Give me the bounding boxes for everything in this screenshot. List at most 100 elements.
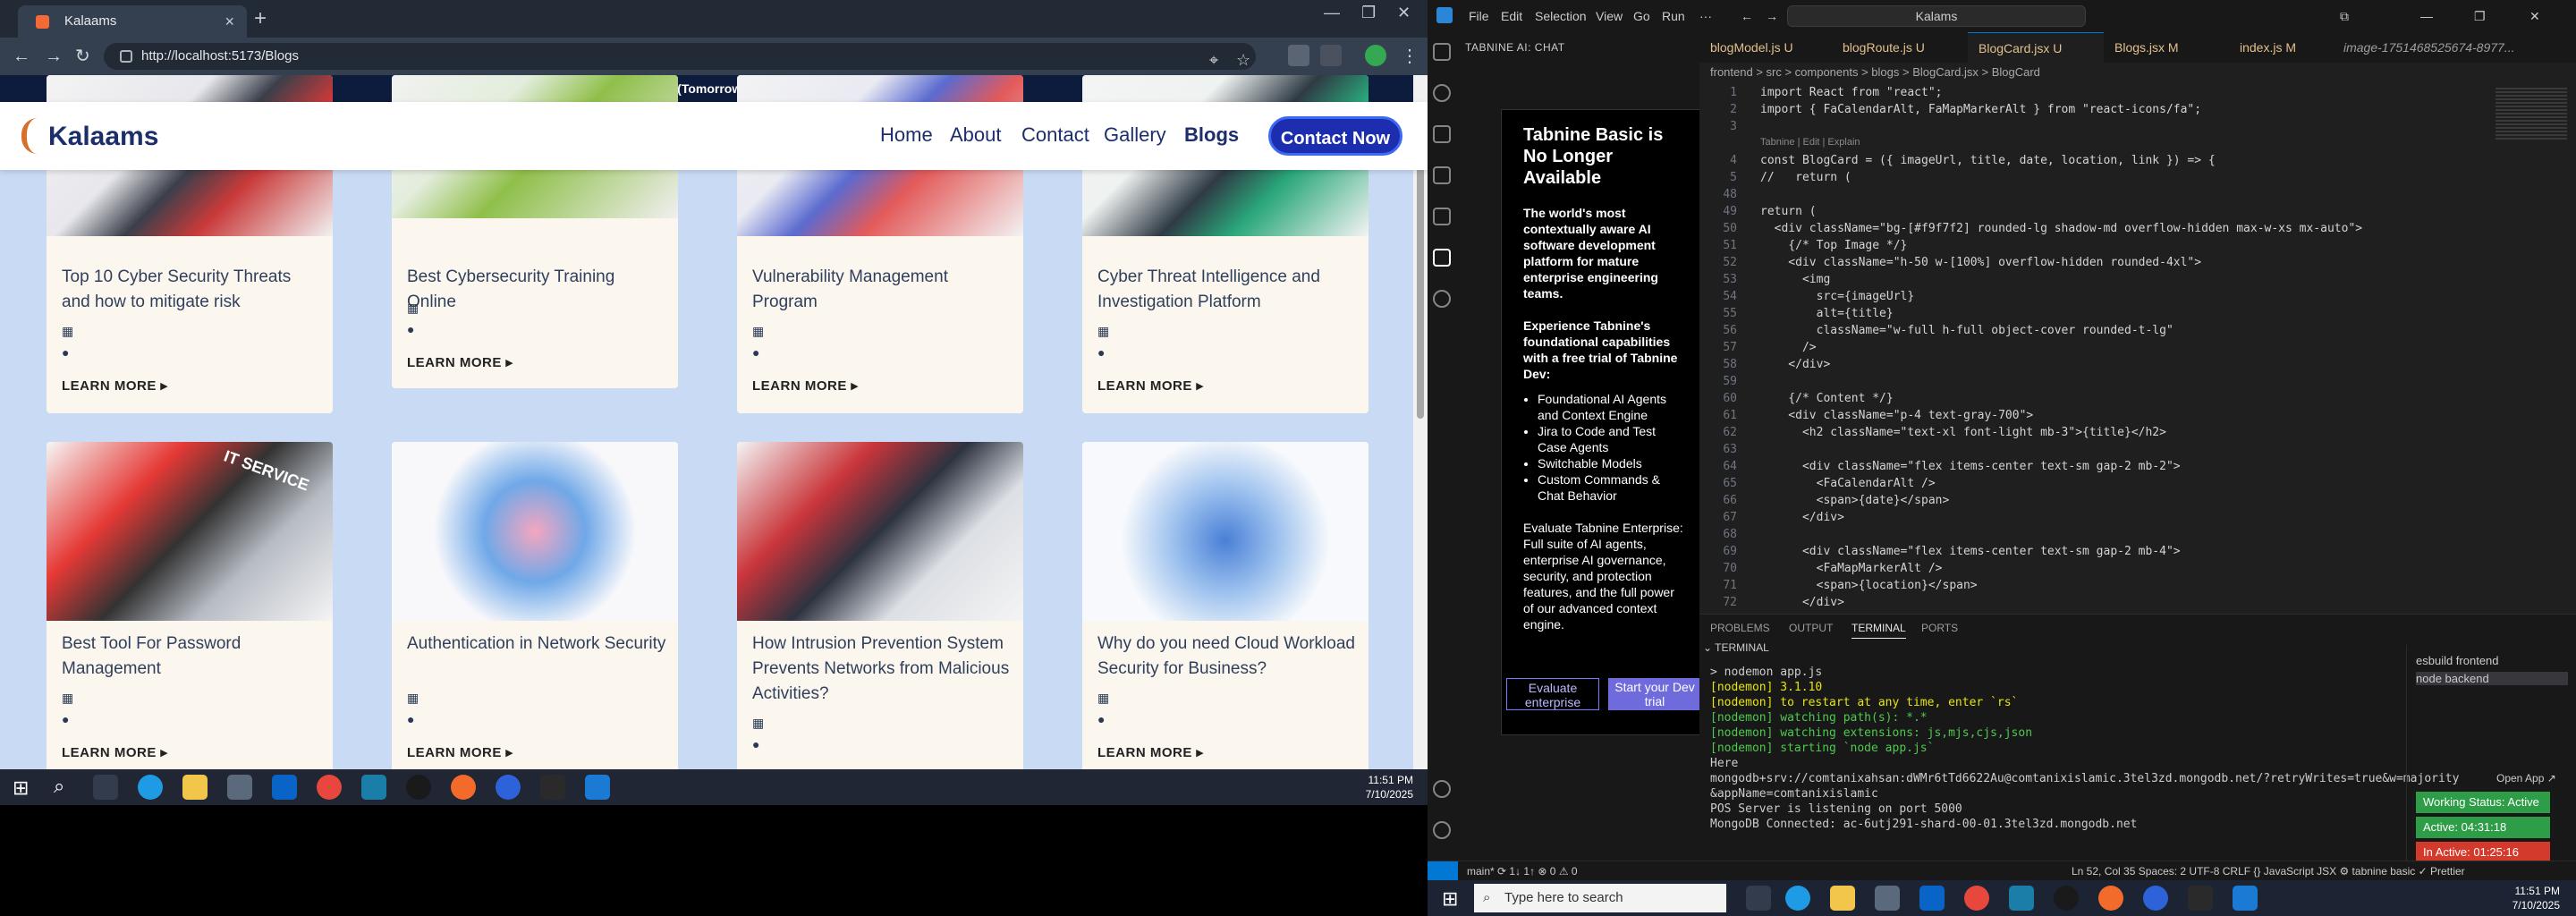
source-control-icon[interactable] xyxy=(1433,125,1451,143)
code-line[interactable]: <div className="flex items-center text-s… xyxy=(1760,545,2181,558)
code-line[interactable]: <FaMapMarkerAlt /> xyxy=(1760,562,1943,575)
chrome-icon[interactable] xyxy=(317,775,342,800)
menu-selection[interactable]: Selection xyxy=(1535,9,1587,23)
learn-more-link[interactable]: LEARN MORE ▸ xyxy=(407,744,513,760)
profile-avatar[interactable] xyxy=(1365,45,1386,66)
file-explorer-icon[interactable] xyxy=(1830,886,1855,911)
close-window-icon[interactable]: ✕ xyxy=(2529,9,2540,24)
tab-blogroute[interactable]: blogRoute.js U xyxy=(1832,32,1968,63)
evaluate-enterprise-button[interactable]: Evaluate enterprise xyxy=(1506,678,1599,710)
tab-blogmodel[interactable]: blogModel.js U xyxy=(1699,32,1832,63)
edge-icon[interactable] xyxy=(1785,886,1810,911)
maximize-icon[interactable]: ❐ xyxy=(2474,9,2486,24)
back-icon[interactable]: ← xyxy=(13,46,30,67)
taskbar-search[interactable]: ⌕ Type here to search xyxy=(1474,884,1726,912)
app-icon[interactable] xyxy=(2054,886,2079,911)
file-explorer-icon[interactable] xyxy=(182,775,208,800)
code-line[interactable]: </div> xyxy=(1760,358,1830,371)
app-icon[interactable] xyxy=(406,775,431,800)
extensions-puzzle-icon[interactable] xyxy=(1320,45,1342,66)
extensions-icon[interactable] xyxy=(1433,208,1451,225)
postman-icon[interactable] xyxy=(2098,886,2123,911)
vscode-icon[interactable] xyxy=(2233,886,2258,911)
terminal-item-esbuild[interactable]: esbuild frontend xyxy=(2416,654,2499,667)
chrome-menu-icon[interactable]: ⋮ xyxy=(1401,46,1419,67)
close-tab-icon[interactable]: × xyxy=(225,5,234,38)
start-dev-trial-button[interactable]: Start your Dev trial xyxy=(1608,678,1701,710)
breadcrumb[interactable]: frontend > src > components > blogs > Bl… xyxy=(1699,63,2576,82)
tab-blogcard[interactable]: BlogCard.jsx U xyxy=(1968,32,2104,63)
code-line[interactable]: <div className="p-4 text-gray-700"> xyxy=(1760,409,2033,422)
code-line[interactable]: <div className="h-50 w-[100%] overflow-h… xyxy=(1760,256,2201,269)
terminal-icon[interactable] xyxy=(2188,886,2213,911)
nav-contact[interactable]: Contact xyxy=(1021,123,1089,147)
site-logo[interactable]: Kalaams xyxy=(21,116,165,156)
minimize-icon[interactable]: — xyxy=(2420,9,2433,23)
app-icon[interactable] xyxy=(2009,886,2034,911)
code-line[interactable]: /> xyxy=(1760,341,1817,354)
windows-start-icon[interactable]: ⊞ xyxy=(13,776,29,800)
command-center-search[interactable]: Kalams xyxy=(1787,5,2086,27)
menu-more[interactable]: ··· xyxy=(1699,9,1712,23)
tabnine-icon[interactable] xyxy=(1433,249,1451,267)
blog-card[interactable]: How Intrusion Prevention System Prevents… xyxy=(737,442,1023,805)
tab-problems[interactable]: PROBLEMS xyxy=(1710,622,1770,634)
location-icon[interactable]: ⌖ xyxy=(1209,47,1218,73)
menu-run[interactable]: Run xyxy=(1662,9,1685,23)
search-icon[interactable]: ⌕ xyxy=(54,775,64,798)
explorer-icon[interactable] xyxy=(1433,43,1451,61)
extension-icon[interactable] xyxy=(1288,45,1309,66)
tab-blogs[interactable]: Blogs.jsx M xyxy=(2104,32,2229,63)
page-scrollbar[interactable] xyxy=(1413,75,1428,805)
terminal-icon[interactable] xyxy=(540,775,565,800)
site-info-icon[interactable] xyxy=(120,50,132,63)
code-line[interactable]: <div className="bg-[#f9f7f2] rounded-lg … xyxy=(1760,222,2362,235)
code-line[interactable]: import React from "react"; xyxy=(1760,86,1943,99)
terminal-output[interactable]: > nodemon app.js [nodemon] 3.1.10 [nodemon… xyxy=(1699,665,2459,880)
code-line[interactable]: src={imageUrl} xyxy=(1760,290,1915,303)
code-line[interactable]: </div> xyxy=(1760,596,1844,609)
status-left[interactable]: main* ⟳ 1↓ 1↑ ⊗ 0 ⚠ 0 xyxy=(1467,861,1578,880)
tab-index[interactable]: index.js M xyxy=(2229,32,2333,63)
nav-about[interactable]: About xyxy=(950,123,1002,147)
learn-more-link[interactable]: LEARN MORE ▸ xyxy=(752,377,859,394)
nav-home[interactable]: Home xyxy=(880,123,933,147)
browser-tab[interactable]: Kalaams × xyxy=(18,5,247,38)
mongodb-icon[interactable] xyxy=(1433,290,1451,308)
contact-now-button[interactable]: Contact Now xyxy=(1268,116,1402,156)
menu-file[interactable]: File xyxy=(1469,9,1489,23)
forward-icon[interactable]: → xyxy=(45,46,63,67)
learn-more-link[interactable]: LEARN MORE ▸ xyxy=(1097,377,1204,394)
store-icon[interactable] xyxy=(227,775,252,800)
outlook-icon[interactable] xyxy=(272,775,297,800)
outlook-icon[interactable] xyxy=(1919,886,1945,911)
tab-output[interactable]: OUTPUT xyxy=(1789,622,1833,634)
code-line[interactable]: <span>{date}</span> xyxy=(1760,494,1950,507)
code-line[interactable]: alt={title} xyxy=(1760,307,1894,320)
code-line[interactable]: <div className="flex items-center text-s… xyxy=(1760,460,2181,473)
zoom-icon[interactable] xyxy=(2143,886,2168,911)
menu-edit[interactable]: Edit xyxy=(1501,9,1522,23)
tab-ports[interactable]: PORTS xyxy=(1921,622,1958,634)
blog-card[interactable]: Why do you need Cloud Workload Security … xyxy=(1082,442,1368,805)
address-bar[interactable]: http://localhost:5173/Blogs ⌖ ☆ xyxy=(104,43,1256,70)
vscode-icon[interactable] xyxy=(585,775,610,800)
code-line[interactable]: // return ( xyxy=(1760,171,1852,184)
account-icon[interactable] xyxy=(1433,780,1451,798)
blog-card[interactable]: IT SERVICE Best Tool For Password Manage… xyxy=(47,442,333,805)
learn-more-link[interactable]: LEARN MORE ▸ xyxy=(62,744,168,760)
layout-icon[interactable]: ⧉ xyxy=(2340,9,2349,24)
app-icon[interactable] xyxy=(361,775,386,800)
task-view-icon[interactable] xyxy=(93,775,118,800)
code-line[interactable]: </div> xyxy=(1760,511,1844,524)
tab-terminal[interactable]: TERMINAL xyxy=(1852,622,1906,639)
chrome-icon[interactable] xyxy=(1964,886,1989,911)
reload-icon[interactable]: ↻ xyxy=(75,46,90,67)
blog-card[interactable]: Authentication in Network Security ▦ ● L… xyxy=(392,442,678,805)
status-right[interactable]: Ln 52, Col 35 Spaces: 2 UTF-8 CRLF {} Ja… xyxy=(2072,861,2465,880)
code-line[interactable]: <FaCalendarAlt /> xyxy=(1760,477,1936,490)
code-line[interactable]: className="w-full h-full object-cover ro… xyxy=(1760,324,2174,337)
store-icon[interactable] xyxy=(1875,886,1900,911)
scrollbar-thumb[interactable] xyxy=(1417,159,1424,419)
new-tab-icon[interactable]: + xyxy=(254,5,267,32)
